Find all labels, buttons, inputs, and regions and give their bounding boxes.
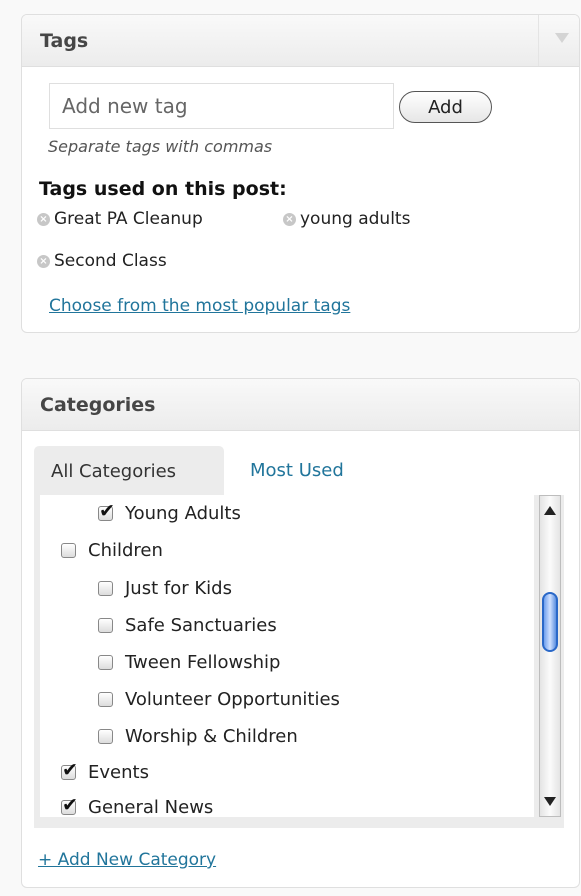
category-label: Volunteer Opportunities: [125, 689, 340, 710]
tag-label: young adults: [300, 209, 411, 229]
category-label: General News: [88, 797, 214, 817]
tag-label: Great PA Cleanup: [54, 209, 203, 229]
category-checkbox[interactable]: [98, 692, 113, 707]
tags-panel: Tags Add Separate tags with commas Tags …: [21, 14, 580, 333]
category-item[interactable]: Children: [61, 540, 163, 561]
category-label: Safe Sanctuaries: [125, 615, 277, 636]
category-label: Children: [88, 540, 163, 561]
category-checkbox[interactable]: [98, 729, 113, 744]
category-item[interactable]: Volunteer Opportunities: [98, 689, 340, 710]
remove-tag-icon[interactable]: ×: [283, 212, 296, 226]
category-label: Young Adults: [125, 503, 241, 524]
category-item[interactable]: Safe Sanctuaries: [98, 615, 277, 636]
category-item[interactable]: Tween Fellowship: [98, 652, 280, 673]
tags-header[interactable]: Tags: [22, 15, 579, 67]
category-label: Tween Fellowship: [125, 652, 281, 673]
category-item[interactable]: Worship & Children: [98, 726, 298, 747]
category-scrollbar[interactable]: [539, 495, 561, 817]
category-checklist-panel: Young Adults Children Just for Kids Safe…: [34, 495, 564, 828]
category-checkbox[interactable]: [98, 581, 113, 596]
collapse-arrow-icon[interactable]: [555, 33, 569, 43]
category-item[interactable]: Events: [61, 759, 149, 783]
category-checkbox[interactable]: [98, 655, 113, 670]
category-checkbox[interactable]: [98, 618, 113, 633]
scroll-up-icon[interactable]: [544, 506, 556, 515]
tag-item: × Second Class: [37, 251, 167, 271]
tag-label: Second Class: [54, 251, 167, 271]
remove-tag-icon[interactable]: ×: [37, 254, 50, 268]
tags-title: Tags: [40, 29, 89, 52]
category-label: Worship & Children: [125, 726, 298, 747]
category-item[interactable]: Young Adults: [98, 500, 241, 524]
tab-all-categories[interactable]: All Categories: [34, 446, 224, 496]
tab-most-used[interactable]: Most Used: [250, 460, 344, 481]
categories-title: Categories: [40, 393, 156, 416]
scroll-thumb[interactable]: [542, 592, 558, 652]
category-item[interactable]: Just for Kids: [98, 578, 232, 599]
add-new-category-link[interactable]: + Add New Category: [38, 850, 216, 870]
tag-item: × young adults: [283, 209, 410, 229]
category-item[interactable]: General News: [61, 794, 214, 817]
category-checkbox[interactable]: [98, 500, 115, 522]
category-label: Just for Kids: [125, 578, 232, 599]
scroll-down-icon[interactable]: [544, 797, 556, 806]
header-divider: [538, 15, 539, 66]
category-checklist[interactable]: Young Adults Children Just for Kids Safe…: [34, 495, 534, 817]
new-tag-input[interactable]: [49, 83, 394, 129]
category-checkbox[interactable]: [61, 794, 78, 816]
tags-hint: Separate tags with commas: [48, 137, 273, 156]
categories-header[interactable]: Categories: [22, 379, 579, 431]
tags-used-title: Tags used on this post:: [39, 178, 287, 200]
category-checkbox[interactable]: [61, 543, 76, 558]
category-label: Events: [88, 762, 149, 783]
category-checkbox[interactable]: [61, 759, 78, 781]
add-tag-button[interactable]: Add: [399, 91, 492, 123]
tag-item: × Great PA Cleanup: [37, 209, 203, 229]
remove-tag-icon[interactable]: ×: [37, 212, 50, 226]
category-tabs: All Categories Most Used: [34, 446, 564, 496]
popular-tags-link[interactable]: Choose from the most popular tags: [49, 296, 350, 316]
categories-panel: Categories All Categories Most Used Youn…: [21, 378, 580, 888]
